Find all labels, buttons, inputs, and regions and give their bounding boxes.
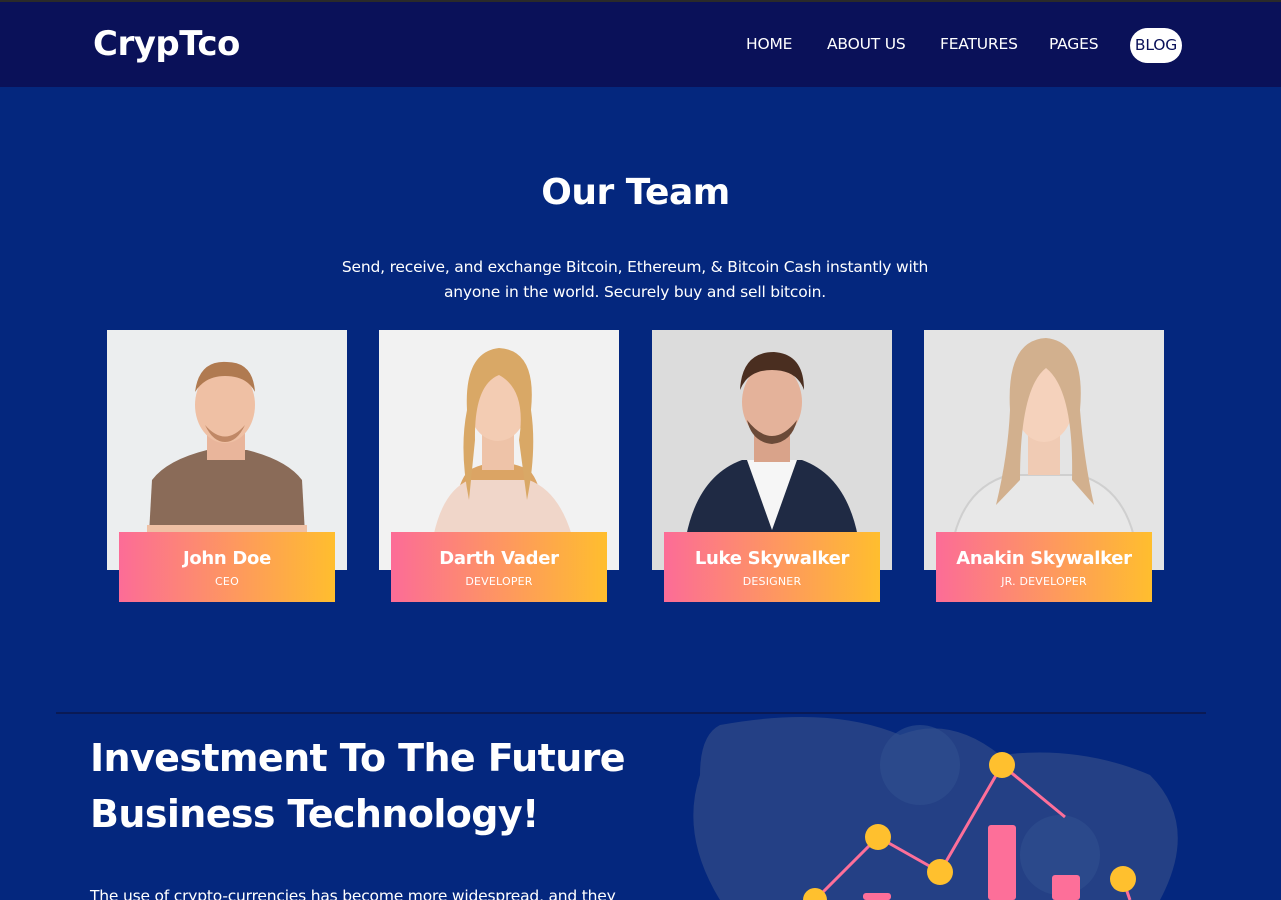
investment-title-line-2: Business Technology! xyxy=(90,792,539,836)
team-member-nameplate: Darth Vader DEVELOPER xyxy=(391,532,607,602)
nav-home[interactable]: HOME xyxy=(746,35,792,53)
growth-chart-illustration xyxy=(680,715,1200,900)
team-member-nameplate: Anakin Skywalker JR. DEVELOPER xyxy=(936,532,1152,602)
team-card[interactable]: Luke Skywalker DESIGNER xyxy=(652,330,892,602)
team-member-role: DESIGNER xyxy=(742,575,802,588)
site-logo[interactable]: CrypTco xyxy=(93,24,240,64)
nav-features[interactable]: FEATURES xyxy=(940,35,1018,53)
investment-text: The use of crypto-currencies has become … xyxy=(90,887,616,900)
investment-title-line-1: Investment To The Future xyxy=(90,736,626,780)
section-divider xyxy=(56,712,1206,714)
team-member-role: DEVELOPER xyxy=(465,575,533,588)
investment-title: Investment To The Future Business Techno… xyxy=(90,730,650,842)
team-member-role: CEO xyxy=(215,575,239,588)
team-member-name: Darth Vader xyxy=(439,548,559,569)
team-card[interactable]: Darth Vader DEVELOPER xyxy=(379,330,619,602)
team-member-nameplate: Luke Skywalker DESIGNER xyxy=(664,532,880,602)
nav-pages[interactable]: PAGES xyxy=(1049,35,1099,53)
team-member-name: Anakin Skywalker xyxy=(956,548,1132,569)
team-section-title: Our Team xyxy=(541,172,730,213)
team-card[interactable]: John Doe CEO xyxy=(107,330,347,602)
team-card[interactable]: Anakin Skywalker JR. DEVELOPER xyxy=(924,330,1164,602)
team-member-role: JR. DEVELOPER xyxy=(1001,575,1087,588)
team-section-subtitle: Send, receive, and exchange Bitcoin, Eth… xyxy=(341,258,929,301)
nav-blog-button[interactable]: BLOG xyxy=(1130,28,1182,63)
nav-about-us[interactable]: ABOUT US xyxy=(827,35,906,53)
team-member-name: Luke Skywalker xyxy=(694,548,850,569)
site-header: CrypTco HOME ABOUT US FEATURES PAGES BLO… xyxy=(0,2,1281,87)
team-member-nameplate: John Doe CEO xyxy=(119,532,335,602)
team-member-name: John Doe xyxy=(182,548,272,569)
